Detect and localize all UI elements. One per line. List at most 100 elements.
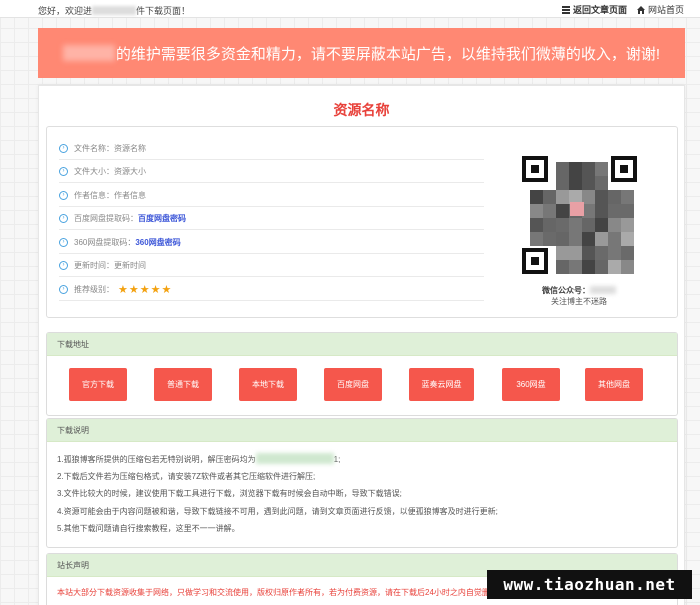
qr-cell (556, 218, 569, 232)
download-section-header: 下载地址 (47, 333, 677, 356)
info-row: › 百度网盘提取码： 百度网盘密码 (59, 207, 484, 230)
qr-cell (621, 246, 634, 260)
qr-cell (569, 176, 582, 190)
qr-cell (530, 204, 543, 218)
qr-cell (556, 190, 569, 204)
blurred-site-name (62, 45, 115, 61)
download-button[interactable]: 360网盘 (502, 368, 560, 401)
resource-info-box: › 文件名称： 资源名称 › 文件大小： 资源大小 › 作者信息： 作者信息 › 百度网盘提取码：百… (46, 126, 678, 318)
site-home-link[interactable]: 网站首页 (636, 3, 684, 16)
home-icon (636, 5, 645, 14)
site-watermark: www.tiaozhuan.net (487, 570, 692, 599)
info-row: › 更新时间： 更新时间 (59, 254, 484, 277)
info-value: 资源大小 (114, 166, 146, 176)
qr-cell (582, 218, 595, 232)
qr-cell (595, 218, 608, 232)
chevron-circle-icon: › (59, 237, 68, 247)
list-icon (561, 5, 570, 14)
qr-cell (530, 190, 543, 204)
qr-caption-line2: 关注博主不迷路 (551, 297, 607, 306)
qr-cell (582, 232, 595, 246)
qr-cell (530, 218, 543, 232)
qr-cell (543, 232, 556, 246)
info-value: 资源名称 (114, 143, 146, 153)
top-bar: 您好，欢迎进 件下载页面！ 返回文章页面 网站首页 (0, 0, 700, 18)
qr-cell (608, 190, 621, 204)
qr-cell (608, 246, 621, 260)
instruction-text: 2.下载后文件若为压缩包格式，请安装7Z软件或者其它压缩软件进行解压; (57, 472, 316, 482)
qr-cell (543, 218, 556, 232)
qr-cell (595, 246, 608, 260)
qr-cell (556, 204, 569, 218)
qr-cell (621, 232, 634, 246)
qr-cell (595, 232, 608, 246)
info-label: 文件名称： (74, 143, 114, 153)
download-button[interactable]: 其他网盘 (585, 368, 643, 401)
info-row: › 推荐级别： ★★★★★ (59, 278, 484, 301)
download-buttons: 官方下载 普通下载 本地下载 百度网盘 蓝奏云网盘 360网盘 其他网盘 (47, 356, 677, 414)
qr-cell (595, 204, 608, 218)
qr-cell (582, 176, 595, 190)
info-value: 作者信息 (114, 190, 146, 200)
blurred-account-name (590, 286, 616, 294)
qr-cell (595, 190, 608, 204)
qr-cell (556, 176, 569, 190)
qr-caption: 微信公众号： 关注博主不迷路 (509, 285, 649, 307)
qr-cell (595, 260, 608, 274)
instruction-line: 4.资源可能会由于内容问题被和谐，导致下载链接不可用，遇到此问题，请到文章页面进… (57, 503, 667, 520)
qr-cell (621, 204, 634, 218)
info-row: › 作者信息： 作者信息 (59, 184, 484, 207)
instruction-line: 3.文件比较大的时候，建议使用下载工具进行下载，浏览器下载有时候会自动中断，导致… (57, 485, 667, 502)
chevron-circle-icon: › (59, 213, 68, 223)
qr-cell (608, 232, 621, 246)
qr-cell (582, 246, 595, 260)
download-button[interactable]: 百度网盘 (324, 368, 382, 401)
qr-cell (556, 162, 569, 176)
download-button[interactable]: 蓝奏云网盘 (409, 368, 474, 401)
info-row: › 360网盘提取码： 360网盘密码 (59, 231, 484, 254)
info-label: 推荐级别： (74, 284, 114, 294)
blurred-password (255, 453, 334, 464)
qr-cell (608, 260, 621, 274)
resource-card: 资源名称 › 文件名称： 资源名称 › 文件大小： 资源大小 › 作者信息： 作者信息 › 百度网盘… (38, 85, 685, 605)
instruction-tail: 1; (333, 455, 341, 464)
code-360-link[interactable]: 360网盘密码 (135, 237, 180, 248)
info-label: 更新时间： (74, 260, 114, 270)
qr-cell (595, 162, 608, 176)
info-label: 文件大小： (74, 166, 114, 176)
qr-cell (608, 204, 621, 218)
instructions-body: 1.孤狼博客所提供的压缩包若无特别说明，解压密码均为 1; 2.下载后文件若为压缩包… (47, 442, 677, 537)
qr-cell (543, 204, 556, 218)
back-to-article-link[interactable]: 返回文章页面 (561, 3, 627, 16)
instruction-line: 1.孤狼博客所提供的压缩包若无特别说明，解压密码均为 1; (57, 451, 667, 468)
qr-cell (569, 232, 582, 246)
rating-stars: ★★★★★ (118, 283, 173, 296)
download-button[interactable]: 普通下载 (154, 368, 212, 401)
instruction-line: 2.下载后文件若为压缩包格式，请安装7Z软件或者其它压缩软件进行解压; (57, 468, 667, 485)
chevron-circle-icon: › (59, 190, 68, 200)
instructions-section-header: 下载说明 (47, 419, 677, 442)
resource-title: 资源名称 (333, 102, 390, 118)
qr-cell (621, 218, 634, 232)
qr-cell (621, 190, 634, 204)
qr-cell (556, 260, 569, 274)
info-label: 作者信息： (74, 190, 114, 200)
info-value: 更新时间 (114, 260, 146, 270)
qr-cell (530, 232, 543, 246)
qr-cell (569, 190, 582, 204)
qr-cell (582, 162, 595, 176)
welcome-prefix: 您好，欢迎进 (38, 6, 93, 16)
baidu-code-link[interactable]: 百度网盘密码 (138, 213, 186, 224)
chevron-circle-icon: › (59, 143, 68, 153)
ad-notice-banner: 的维护需要很多资金和精力，请不要屏蔽本站广告，以维持我们微薄的收入，谢谢! (38, 28, 685, 78)
blurred-site-name (92, 6, 137, 15)
download-button[interactable]: 本地下载 (239, 368, 297, 401)
qr-caption-line1: 微信公众号： (542, 286, 590, 295)
back-to-article-label: 返回文章页面 (572, 5, 627, 15)
qr-cell (569, 162, 582, 176)
qr-cell (556, 232, 569, 246)
qr-cell (582, 190, 595, 204)
instruction-line: 5.其他下载问题请自行搜索教程，这里不一一讲解。 (57, 520, 667, 537)
instructions-section: 下载说明 1.孤狼博客所提供的压缩包若无特别说明，解压密码均为 1; 2.下载后文件… (46, 418, 678, 548)
download-button[interactable]: 官方下载 (69, 368, 127, 401)
